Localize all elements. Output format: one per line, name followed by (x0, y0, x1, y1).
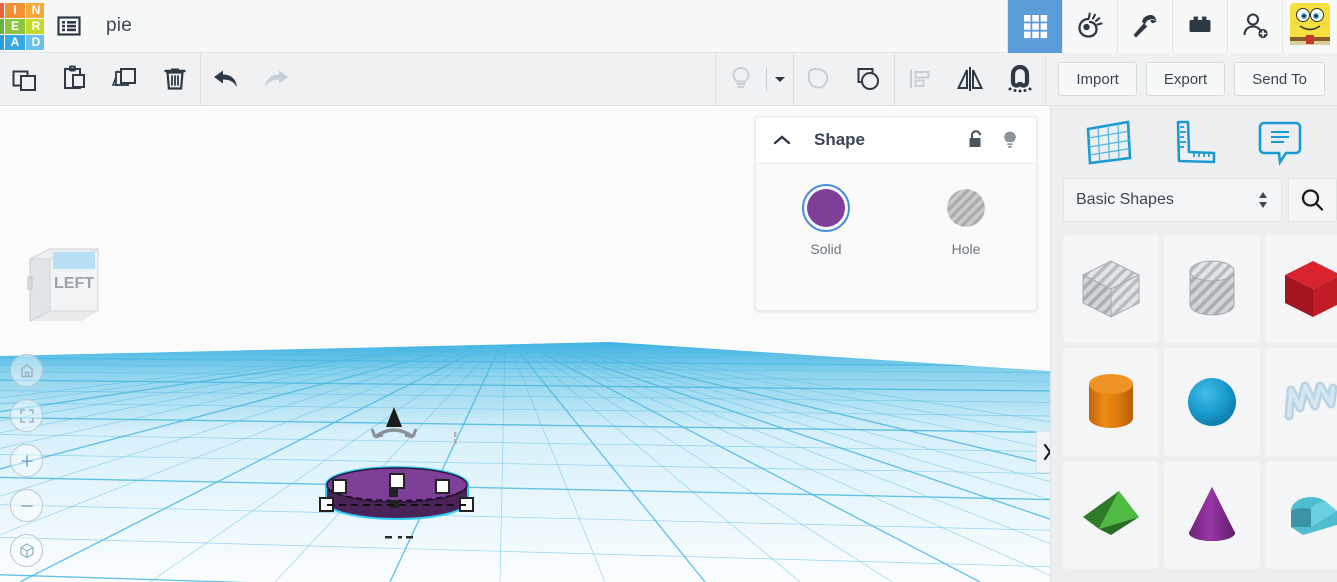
shape-pyramid[interactable] (1063, 461, 1159, 569)
logo-tile: A (5, 34, 25, 50)
ruler-tool[interactable] (1166, 115, 1222, 169)
import-button[interactable]: Import (1058, 62, 1137, 96)
solid-label: Solid (810, 241, 842, 257)
sidebar-collapse-handle[interactable] (1036, 431, 1050, 473)
shape-cylinder-hole[interactable] (1164, 235, 1260, 343)
shape-hole-option[interactable]: Hole (896, 184, 1036, 257)
tinkercad-app: TIN KER CAD pie (0, 0, 1337, 582)
shape-cylinder[interactable] (1063, 348, 1159, 456)
home-view-button[interactable] (10, 354, 43, 387)
logo-tile: N (26, 2, 44, 18)
sidebar-tool-row (1051, 106, 1337, 178)
logo-tile: C (0, 34, 4, 50)
shape-inspector-panel: Shape Solid Hole (755, 116, 1037, 311)
viewport-nav-buttons (10, 354, 43, 567)
shape-box[interactable] (1265, 235, 1337, 343)
shape-panel-header: Shape (756, 117, 1036, 164)
ungroup-button[interactable] (844, 53, 894, 105)
logo-tile: R (26, 18, 44, 34)
tinkercad-hand-icon[interactable] (1062, 0, 1117, 53)
edit-toolbar: Import Export Send To (0, 53, 1337, 106)
view-mode-button[interactable] (10, 534, 43, 567)
shape-box-hole[interactable] (1063, 235, 1159, 343)
note-tool[interactable] (1252, 115, 1308, 169)
shapes-sidebar: Basic Shapes (1050, 106, 1337, 582)
chevron-up-icon[interactable] (772, 133, 792, 147)
shape-solid-option[interactable]: Solid (756, 184, 896, 257)
duplicate-button[interactable] (100, 53, 150, 105)
undo-button[interactable] (201, 53, 251, 105)
align-button[interactable] (895, 53, 945, 105)
hole-swatch (947, 189, 985, 227)
search-icon (1301, 188, 1324, 211)
mirror-button[interactable] (945, 53, 995, 105)
workplane-tool[interactable] (1080, 115, 1136, 169)
copy-button[interactable] (0, 53, 50, 105)
zoom-in-button[interactable] (10, 444, 43, 477)
solid-swatch-ring (802, 184, 850, 232)
delete-button[interactable] (150, 53, 200, 105)
view-cube[interactable]: LEFT (20, 241, 106, 338)
logo-tile: E (5, 18, 25, 34)
lego-brick-icon[interactable] (1172, 0, 1227, 53)
pickaxe-minecraft-icon[interactable] (1117, 0, 1172, 53)
shape-scribble[interactable] (1265, 348, 1337, 456)
list-menu-icon[interactable] (52, 9, 86, 43)
export-button[interactable]: Export (1145, 62, 1226, 96)
shape-roof[interactable] (1265, 461, 1337, 569)
search-input[interactable] (1288, 178, 1337, 222)
hole-label: Hole (951, 241, 981, 257)
logo-tile: D (26, 34, 44, 50)
add-user-icon[interactable] (1227, 0, 1282, 53)
solid-swatch (807, 189, 845, 227)
chevron-updown-icon (1259, 192, 1268, 208)
top-bar: TIN KER CAD pie (0, 0, 1337, 53)
object-base-shadow (385, 536, 413, 539)
logo-tile: T (0, 2, 4, 18)
shape-gallery (1051, 235, 1337, 569)
toolbar-actions: Import Export Send To (1046, 62, 1337, 96)
zoom-out-button[interactable] (10, 489, 43, 522)
design-title[interactable]: pie (106, 15, 132, 37)
lightbulb-button[interactable] (716, 53, 766, 105)
magnet-snap-button[interactable] (995, 53, 1045, 105)
shape-panel-title: Shape (814, 130, 866, 149)
group-button[interactable] (794, 53, 844, 105)
logo-tile: K (0, 18, 4, 34)
shape-sphere[interactable] (1164, 348, 1260, 456)
shape-category-value: Basic Shapes (1076, 191, 1174, 208)
top-icon-group (1007, 0, 1337, 53)
tinkercad-logo[interactable]: TIN KER CAD (0, 0, 44, 53)
send-to-button[interactable]: Send To (1234, 62, 1325, 96)
logo-tile: I (5, 2, 25, 18)
redo-button[interactable] (251, 53, 301, 105)
grid-apps-icon[interactable] (1007, 0, 1062, 53)
sidebar-picker-row: Basic Shapes (1051, 178, 1337, 222)
chevron-down-icon[interactable] (767, 53, 793, 105)
view-cube-face-label: LEFT (54, 275, 94, 292)
hole-swatch-ring (942, 184, 990, 232)
shape-cone[interactable] (1164, 461, 1260, 569)
unlock-icon[interactable] (966, 129, 986, 151)
shape-category-select[interactable]: Basic Shapes (1063, 178, 1283, 222)
lightbulb-icon[interactable] (1000, 129, 1020, 151)
fit-view-button[interactable] (10, 399, 43, 432)
paste-button[interactable] (50, 53, 100, 105)
user-avatar[interactable] (1282, 0, 1337, 53)
shape-type-options: Solid Hole (756, 164, 1036, 257)
